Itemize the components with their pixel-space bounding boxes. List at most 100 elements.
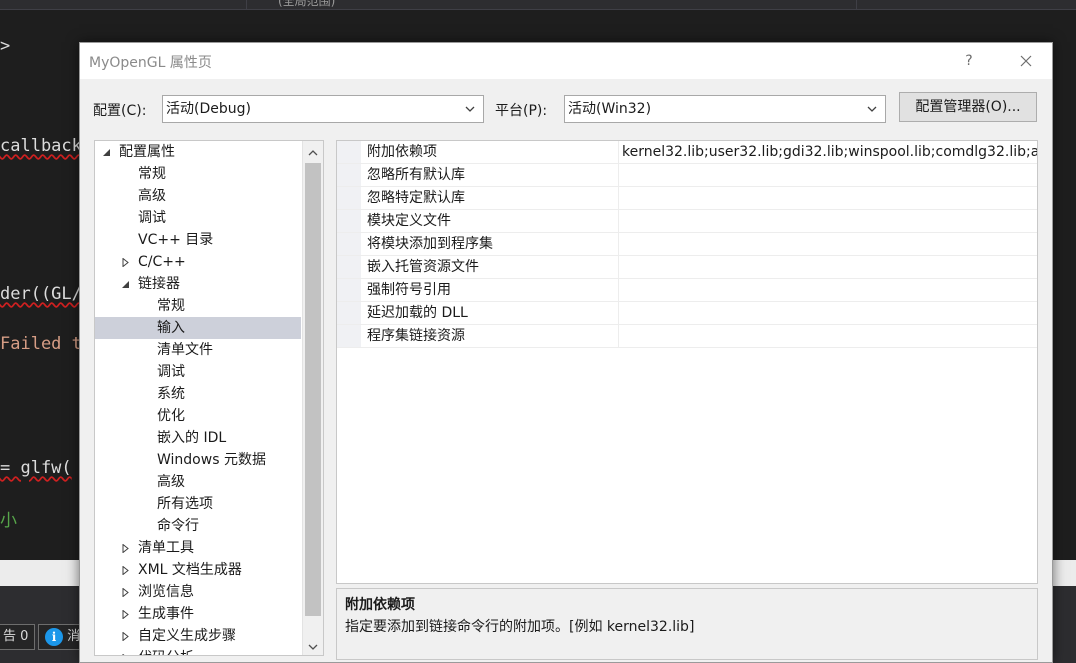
tree-item-label: 常规 — [138, 166, 166, 182]
collapsed-triangle-icon[interactable] — [122, 654, 130, 656]
ide-top-toolbar: (全局范围) — [0, 0, 1076, 10]
tree-item[interactable]: 调试 — [95, 207, 301, 229]
dialog-title: MyOpenGL 属性页 — [89, 55, 212, 71]
tree-item[interactable]: 生成事件 — [95, 603, 301, 625]
property-grid: 附加依赖项 kernel32.lib;user32.lib;gdi32.lib;w… — [336, 140, 1038, 584]
toolbar-separator — [246, 0, 247, 10]
row-gutter — [337, 187, 361, 209]
description-panel: 附加依赖项 指定要添加到链接命令行的附加项。[例如 kernel32.lib] — [336, 588, 1038, 660]
warnings-count-label: 告 0 — [3, 629, 29, 644]
tree-item[interactable]: 系统 — [95, 383, 301, 405]
configuration-label: 配置(C): — [93, 103, 147, 119]
tree-item[interactable]: 嵌入的 IDL — [95, 427, 301, 449]
property-name: 强制符号引用 — [367, 282, 451, 298]
configuration-value: 活动(Debug) — [166, 101, 251, 117]
property-row[interactable]: 将模块添加到程序集 — [337, 233, 1037, 256]
column-divider — [618, 187, 619, 209]
tree-item[interactable]: 命令行 — [95, 515, 301, 537]
configuration-select[interactable]: 活动(Debug) — [162, 95, 484, 123]
property-value[interactable]: kernel32.lib;user32.lib;gdi32.lib;winspo… — [622, 141, 1037, 163]
tree-item[interactable]: 常规 — [95, 163, 301, 185]
property-row[interactable]: 模块定义文件 — [337, 210, 1037, 233]
property-name: 忽略所有默认库 — [367, 167, 465, 183]
tree-item[interactable]: XML 文档生成器 — [95, 559, 301, 581]
row-gutter — [337, 325, 361, 347]
column-divider — [618, 210, 619, 232]
scroll-down-button[interactable] — [303, 635, 323, 655]
tree-item[interactable]: 清单文件 — [95, 339, 301, 361]
tree-item[interactable]: 代码分析 — [95, 647, 301, 656]
collapsed-triangle-icon[interactable] — [122, 544, 130, 553]
tree-item[interactable]: 链接器 — [95, 273, 301, 295]
tree-item[interactable]: 自定义生成步骤 — [95, 625, 301, 647]
property-row[interactable]: 延迟加载的 DLL — [337, 302, 1037, 325]
tree-item[interactable]: 输入 — [95, 317, 301, 339]
chevron-down-icon — [308, 644, 318, 650]
tree-item-label: Windows 元数据 — [157, 452, 266, 468]
tree-item[interactable]: 所有选项 — [95, 493, 301, 515]
property-row[interactable]: 附加依赖项 kernel32.lib;user32.lib;gdi32.lib;w… — [337, 141, 1037, 164]
tree-item[interactable]: 高级 — [95, 471, 301, 493]
tree-item[interactable]: C/C++ — [95, 251, 301, 273]
row-gutter — [337, 256, 361, 278]
column-divider — [618, 325, 619, 347]
tree-item[interactable]: 优化 — [95, 405, 301, 427]
tree-item-label: C/C++ — [138, 254, 186, 270]
expanded-triangle-icon[interactable] — [103, 148, 111, 157]
configuration-manager-button[interactable]: 配置管理器(O)... — [899, 92, 1037, 122]
dialog-titlebar[interactable]: MyOpenGL 属性页 ? — [80, 43, 1052, 79]
row-gutter — [337, 279, 361, 301]
expanded-triangle-icon[interactable] — [122, 280, 130, 289]
column-divider — [618, 164, 619, 186]
platform-select[interactable]: 活动(Win32) — [564, 95, 886, 123]
property-row[interactable]: 忽略所有默认库 — [337, 164, 1037, 187]
row-gutter — [337, 141, 361, 163]
tree-item-label: 调试 — [157, 364, 185, 380]
tree-item[interactable]: 调试 — [95, 361, 301, 383]
tree-item-label: 常规 — [157, 298, 185, 314]
property-row[interactable]: 程序集链接资源 — [337, 325, 1037, 348]
scroll-up-button[interactable] — [303, 141, 323, 161]
tree-item-label: 命令行 — [157, 518, 199, 534]
code-line: callback — [0, 136, 82, 156]
close-icon — [1020, 55, 1032, 67]
tree-item[interactable]: 高级 — [95, 185, 301, 207]
scroll-thumb[interactable] — [305, 163, 321, 616]
platform-label: 平台(P): — [495, 103, 548, 119]
tree-item[interactable]: 常规 — [95, 295, 301, 317]
collapsed-triangle-icon[interactable] — [122, 632, 130, 641]
property-name: 忽略特定默认库 — [367, 190, 465, 206]
property-row[interactable]: 忽略特定默认库 — [337, 187, 1037, 210]
tree-item[interactable]: 浏览信息 — [95, 581, 301, 603]
property-name: 嵌入托管资源文件 — [367, 259, 479, 275]
warnings-count-button[interactable]: 告 0 — [0, 624, 36, 650]
column-divider — [618, 256, 619, 278]
tree-item-label: 调试 — [138, 210, 166, 226]
code-line: Failed t — [0, 334, 82, 354]
collapsed-triangle-icon[interactable] — [122, 258, 130, 267]
tree-item[interactable]: Windows 元数据 — [95, 449, 301, 471]
tree-item-label: 高级 — [157, 474, 185, 490]
help-button[interactable]: ? — [956, 50, 982, 72]
property-name: 程序集链接资源 — [367, 328, 465, 344]
collapsed-triangle-icon[interactable] — [122, 566, 130, 575]
tree-item[interactable]: 清单工具 — [95, 537, 301, 559]
tree-item-label: VC++ 目录 — [138, 232, 214, 248]
collapsed-triangle-icon[interactable] — [122, 610, 130, 619]
column-divider — [618, 141, 619, 163]
tree-item[interactable]: 配置属性 — [95, 141, 301, 163]
column-divider — [618, 233, 619, 255]
collapsed-triangle-icon[interactable] — [122, 588, 130, 597]
property-pages-dialog: MyOpenGL 属性页 ? 配置(C): 活动(Debug) 平台(P): 活… — [79, 42, 1053, 663]
chevron-up-icon — [308, 150, 318, 156]
close-button[interactable] — [1013, 50, 1039, 72]
tree-item-label: 代码分析 — [138, 647, 194, 655]
property-row[interactable]: 嵌入托管资源文件 — [337, 256, 1037, 279]
toolbar-separator — [856, 0, 857, 10]
info-icon: i — [45, 627, 63, 646]
tree-item-label: 高级 — [138, 188, 166, 204]
tree-scrollbar[interactable] — [302, 141, 323, 655]
tree-item[interactable]: VC++ 目录 — [95, 229, 301, 251]
description-title: 附加依赖项 — [345, 597, 415, 613]
property-row[interactable]: 强制符号引用 — [337, 279, 1037, 302]
